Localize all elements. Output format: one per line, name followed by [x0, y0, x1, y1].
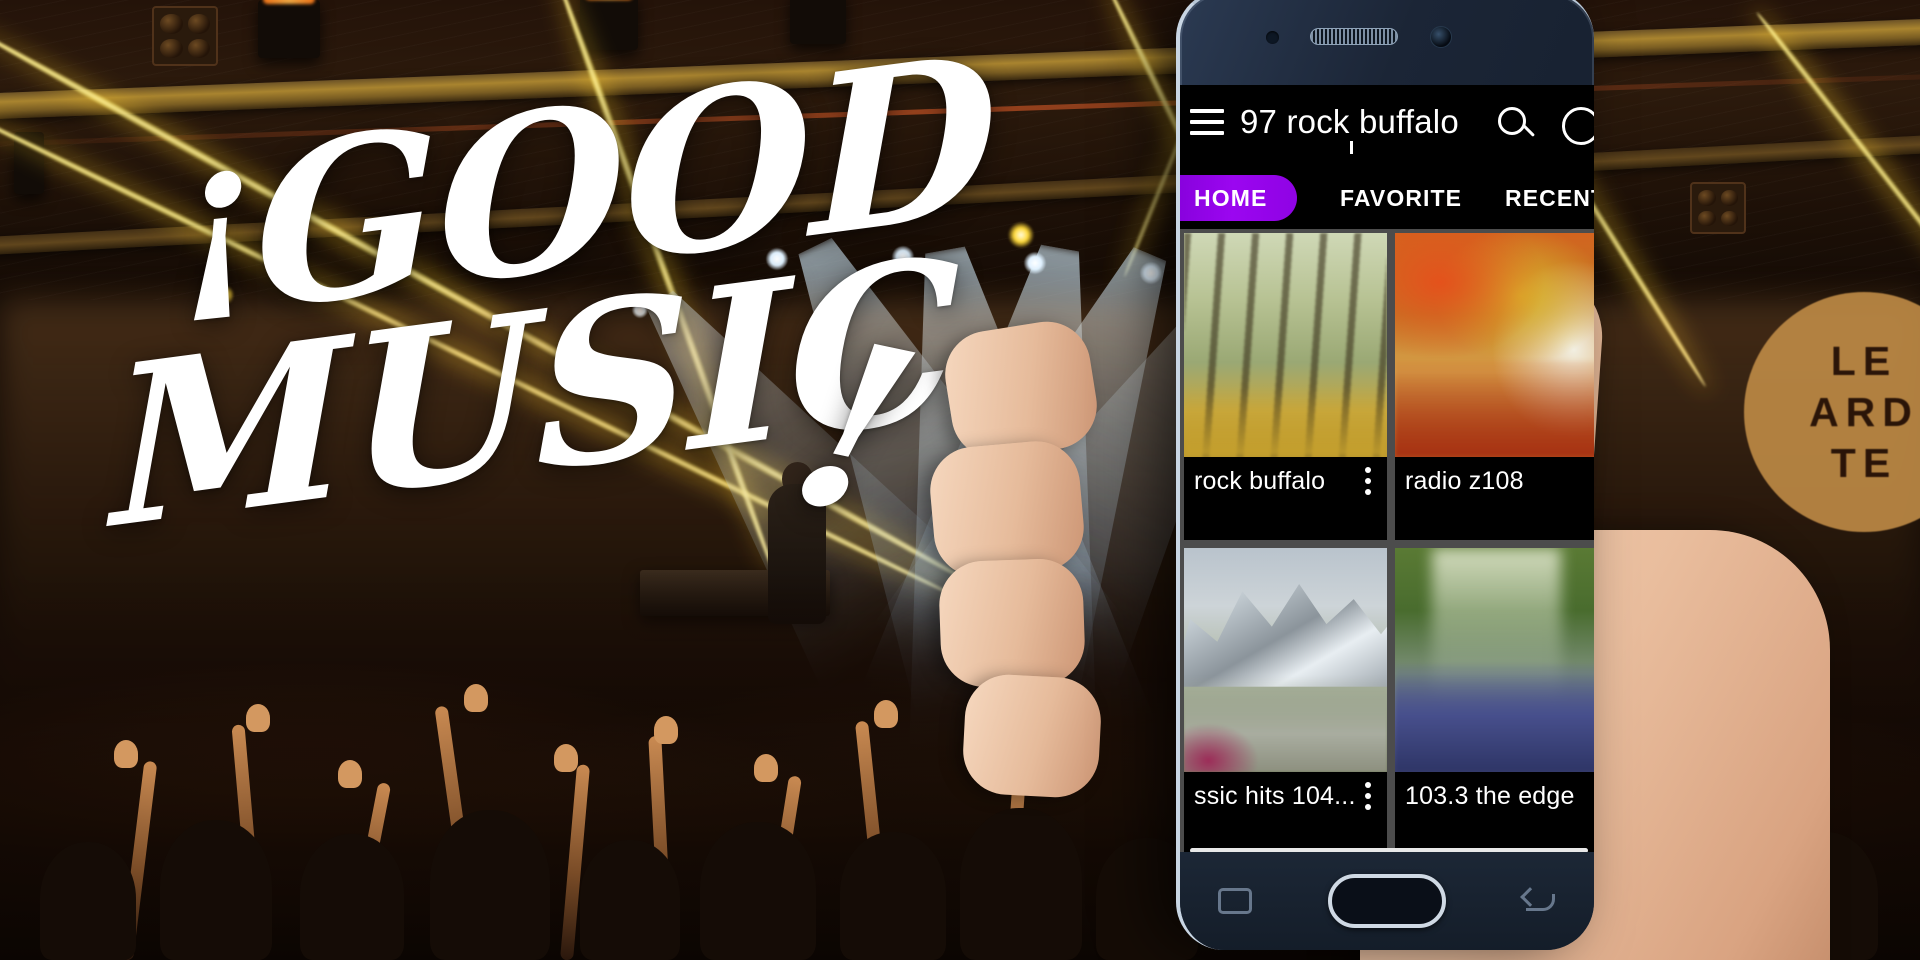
station-card[interactable]: ssic hits 104...	[1184, 548, 1387, 855]
station-artwork	[1184, 548, 1387, 772]
station-grid: rock buffalo radio z108 ssic hits 104...…	[1180, 229, 1594, 855]
station-name: 103.3 the edge	[1405, 781, 1575, 810]
station-card[interactable]: rock buffalo	[1184, 233, 1387, 540]
station-label-bar: 103.3 the edge	[1395, 772, 1594, 820]
phone-nav-bar	[1180, 852, 1594, 950]
earpiece-speaker-icon	[1310, 28, 1398, 45]
back-icon[interactable]	[1522, 888, 1556, 914]
proximity-sensor-icon	[1266, 31, 1279, 44]
phone-top-bezel	[1180, 0, 1594, 83]
tab-recent[interactable]: RECENT	[1505, 175, 1594, 221]
station-label-bar: rock buffalo	[1184, 457, 1387, 505]
more-vertical-icon[interactable]	[1355, 782, 1381, 810]
title-caret-mark	[1350, 141, 1353, 154]
tab-favorite[interactable]: FAVORITE	[1340, 175, 1462, 221]
station-label-bar: ssic hits 104...	[1184, 772, 1387, 820]
phone-screen: 97 rock buffalo HOME FAVORITE RECENT roc…	[1180, 85, 1594, 855]
hamburger-menu-icon[interactable]	[1190, 109, 1224, 135]
moving-head-light-3	[790, 0, 846, 44]
home-button[interactable]	[1328, 874, 1446, 928]
middle-finger	[926, 437, 1088, 581]
station-label-bar: radio z108	[1395, 457, 1594, 505]
search-icon[interactable]	[1498, 107, 1536, 145]
moving-head-light-2	[580, 0, 638, 50]
station-name: radio z108	[1405, 466, 1524, 495]
station-artwork	[1395, 548, 1594, 772]
laser-hit-point-1	[1008, 222, 1034, 248]
ring-finger	[937, 557, 1087, 689]
spotlight-source-3	[1024, 252, 1046, 274]
poster-canvas: LE ARD TE ¡ GOOD MUSIC ! 97 rock buffalo…	[0, 0, 1920, 960]
circle-icon[interactable]	[1562, 107, 1594, 145]
station-artwork	[1395, 233, 1594, 457]
smartphone-device: 97 rock buffalo HOME FAVORITE RECENT roc…	[1176, 0, 1594, 950]
station-artwork	[1184, 233, 1387, 457]
moving-head-light-1	[258, 0, 320, 58]
tab-bar: HOME FAVORITE RECENT	[1180, 167, 1594, 229]
recents-icon[interactable]	[1218, 888, 1252, 914]
app-title: 97 rock buffalo	[1240, 103, 1459, 140]
front-camera-icon	[1430, 26, 1452, 48]
spotlight-source-2	[892, 246, 914, 268]
station-name: ssic hits 104...	[1194, 781, 1355, 810]
more-vertical-icon[interactable]	[1355, 467, 1381, 495]
station-card[interactable]: 103.3 the edge	[1395, 548, 1594, 855]
station-name: rock buffalo	[1194, 466, 1326, 495]
spotlight-source-1	[766, 248, 788, 270]
tab-home[interactable]: HOME	[1180, 175, 1298, 221]
app-bar: 97 rock buffalo	[1180, 85, 1594, 167]
pinky-finger	[960, 672, 1104, 800]
par-can-light-1	[152, 6, 218, 66]
station-card[interactable]: radio z108	[1395, 233, 1594, 540]
